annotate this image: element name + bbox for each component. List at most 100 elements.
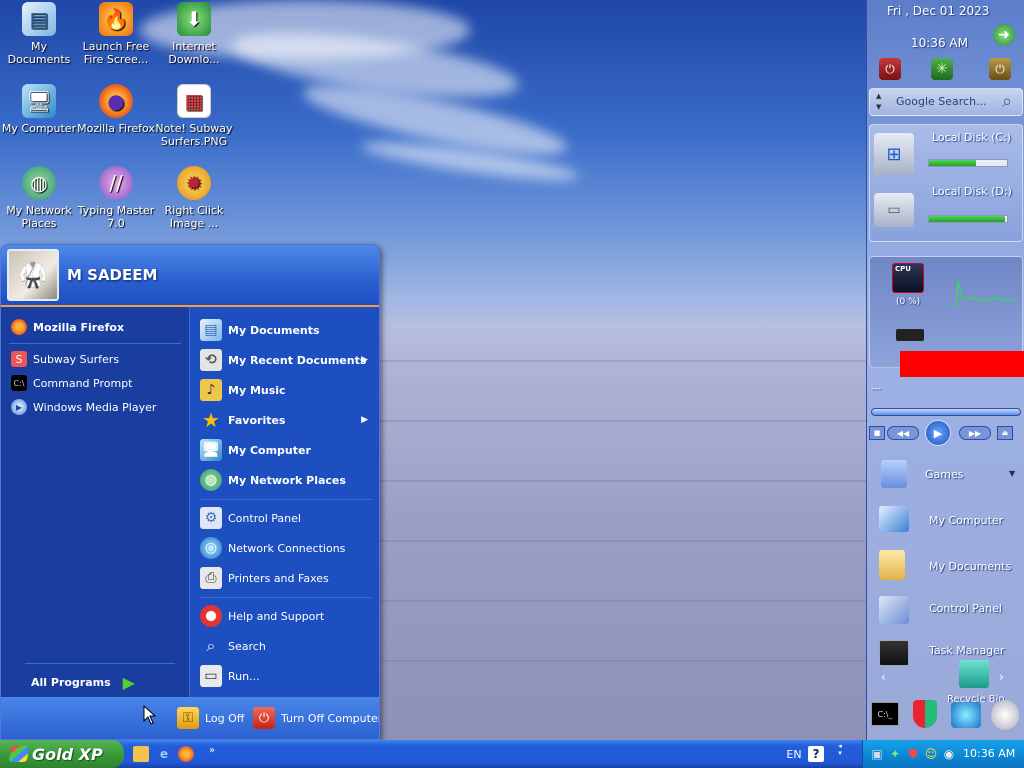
desktop-icon-firefox[interactable]: ● Mozilla Firefox xyxy=(77,84,155,135)
show-desktop-icon[interactable] xyxy=(133,746,149,762)
play-icon[interactable]: ▶ xyxy=(925,420,951,446)
power-icon: ⏻ xyxy=(253,707,275,729)
recent-item-media-player[interactable]: ▶ Windows Media Player xyxy=(11,399,156,415)
setting-control-panel[interactable]: ⚙ Control Panel xyxy=(200,507,376,529)
restart-icon[interactable]: ✳ xyxy=(931,58,953,80)
all-programs-button[interactable]: All Programs ▶ xyxy=(31,673,135,692)
go-arrow-icon[interactable]: ➜ xyxy=(993,24,1015,46)
start-menu-left-pane: Mozilla Firefox S Subway Surfers C:\ Com… xyxy=(1,307,189,697)
menu-item-label: Subway Surfers xyxy=(33,352,120,366)
disk-c-usage-fill xyxy=(929,160,976,166)
desktop-icon-label: Internet Downlo... xyxy=(168,40,220,66)
chevron-right-icon[interactable]: › xyxy=(999,670,1004,684)
desktop-icon-internet-download[interactable]: ⬇ Internet Downlo... xyxy=(155,2,233,66)
menu-item-label: My Computer xyxy=(228,443,311,457)
avatar[interactable]: 🥋 xyxy=(7,249,59,301)
search-input[interactable]: Google Search... xyxy=(896,95,987,108)
menu-item-label: Mozilla Firefox xyxy=(33,320,125,334)
help-icon[interactable]: ? xyxy=(808,746,824,762)
all-programs-label: All Programs xyxy=(31,676,111,689)
recent-item-subway-surfers[interactable]: S Subway Surfers xyxy=(11,351,119,367)
launcher-item-recycle-bin[interactable]: Recycle Bin xyxy=(947,694,1005,702)
star-icon: ★ xyxy=(202,408,220,432)
launcher-item-control-panel[interactable]: Control Panel xyxy=(929,602,1002,615)
place-my-music[interactable]: ♪ My Music xyxy=(200,379,376,401)
start-button[interactable]: Gold XP xyxy=(0,740,124,768)
speaker-icon[interactable] xyxy=(991,700,1019,730)
taskbar-clock[interactable]: 10:36 AM xyxy=(963,747,1015,760)
launcher-item-games[interactable]: Games xyxy=(925,468,963,481)
shutdown-icon[interactable]: ⏻ xyxy=(879,58,901,80)
disk-d-usage-fill xyxy=(929,216,1006,222)
network-connections-icon: ◎ xyxy=(200,537,222,559)
recent-item-command-prompt[interactable]: C:\ Command Prompt xyxy=(11,375,133,391)
turn-off-button[interactable]: ⏻ Turn Off Computer xyxy=(253,707,379,729)
memory-chip-icon xyxy=(896,329,924,341)
network-tray-icon[interactable]: ▣ xyxy=(869,746,885,762)
tool-help-support[interactable]: Help and Support xyxy=(200,605,376,627)
desktop-icon-my-computer[interactable]: 🖥 My Computer xyxy=(0,84,78,135)
menu-item-label: Printers and Faxes xyxy=(228,571,329,585)
desktop-icon-free-fire[interactable]: 🔥 Launch Free Fire Scree... xyxy=(77,2,155,66)
search-icon[interactable]: ⌕ xyxy=(1002,91,1012,112)
tool-search[interactable]: ⌕ Search xyxy=(200,635,376,657)
my-documents-icon: ▤ xyxy=(22,2,56,36)
language-indicator[interactable]: EN xyxy=(784,746,804,762)
place-recent-documents[interactable]: ⟲ My Recent Documents ▶ xyxy=(200,349,376,371)
tool-run[interactable]: ▭ Run... xyxy=(200,665,376,687)
desktop-icon-my-documents[interactable]: ▤ My Documents xyxy=(0,2,78,66)
security-alert-icon[interactable]: ⛊ xyxy=(905,746,921,762)
setting-printers[interactable]: ⎙ Printers and Faxes xyxy=(200,567,376,589)
wallpaper-dune xyxy=(380,660,870,662)
help-icon xyxy=(200,605,222,627)
image-file-icon: ▦ xyxy=(177,84,211,118)
messenger-icon[interactable]: ☺ xyxy=(923,746,939,762)
internet-explorer-icon[interactable]: e xyxy=(156,746,172,762)
launcher-item-task-manager[interactable]: Task Manager xyxy=(929,644,1004,657)
launcher-item-my-documents[interactable]: My Documents xyxy=(929,560,1011,573)
place-favorites[interactable]: ★ Favorites ▶ xyxy=(200,408,376,432)
google-search-box[interactable]: ▲ ▼ Google Search... ⌕ xyxy=(869,88,1023,116)
log-off-button[interactable]: ⚿ Log Off xyxy=(177,707,244,729)
desktop-icon-label: Right Click Image ... xyxy=(164,204,224,230)
arrow-right-icon: ▶ xyxy=(122,673,135,692)
disk-d-usage-bar xyxy=(928,215,1008,223)
launcher-item-my-computer[interactable]: My Computer xyxy=(929,514,1003,527)
desktop-icon-subway-png[interactable]: ▦ Note! Subway Surfers.PNG xyxy=(155,84,233,148)
firefox-icon[interactable] xyxy=(178,746,194,762)
setting-network-connections[interactable]: ◎ Network Connections xyxy=(200,537,376,559)
quick-launch-overflow-icon[interactable]: » xyxy=(204,742,220,758)
eject-icon[interactable]: ⏏ xyxy=(997,426,1013,440)
security-shield-icon[interactable] xyxy=(913,700,937,728)
command-prompt-icon[interactable]: C:\_ xyxy=(871,702,899,726)
place-my-network[interactable]: ◍ My Network Places xyxy=(200,469,376,491)
place-my-documents[interactable]: ▤ My Documents xyxy=(200,319,376,341)
menu-item-label: Network Connections xyxy=(228,541,346,555)
place-my-computer[interactable]: 🖥 My Computer xyxy=(200,439,376,461)
chevron-down-icon: ▼ xyxy=(876,103,882,111)
disk-d-label: Local Disk (D:) xyxy=(932,185,1012,198)
menu-item-label: Run... xyxy=(228,669,260,683)
media-seek-bar[interactable] xyxy=(871,408,1021,416)
desktop-icon-label: Mozilla Firefox xyxy=(77,122,155,135)
cpu-percent: (0 %) xyxy=(896,297,921,307)
system-tray: ▣ ✦ ⛊ ☺ ◉ 10:36 AM xyxy=(862,740,1024,768)
desktop-icon-right-click[interactable]: ✹ Right Click Image ... xyxy=(155,166,233,230)
desktop-icon-typing-master[interactable]: // Typing Master 7.0 xyxy=(77,166,155,230)
next-track-icon[interactable]: ▶▶ xyxy=(959,426,991,440)
language-bar-options-icon[interactable]: ◂ ▾ xyxy=(832,742,848,758)
chevron-down-icon[interactable]: ▼ xyxy=(1009,469,1015,478)
menu-item-label: Windows Media Player xyxy=(33,400,157,414)
stop-icon[interactable]: ■ xyxy=(869,426,885,440)
menu-item-label: My Network Places xyxy=(228,473,346,487)
previous-track-icon[interactable]: ◀◀ xyxy=(887,426,919,440)
desktop-icon-my-network[interactable]: ◍ My Network Places xyxy=(0,166,78,230)
pinned-item-firefox[interactable]: Mozilla Firefox xyxy=(11,319,124,335)
separator xyxy=(9,343,181,344)
standby-icon[interactable]: ⏻ xyxy=(989,58,1011,80)
volume-icon[interactable]: ◉ xyxy=(941,746,957,762)
network-icon[interactable] xyxy=(951,702,981,728)
wireless-tray-icon[interactable]: ✦ xyxy=(887,746,903,762)
chevron-left-icon[interactable]: ‹ xyxy=(881,670,886,684)
recycle-bin-icon xyxy=(959,660,989,688)
